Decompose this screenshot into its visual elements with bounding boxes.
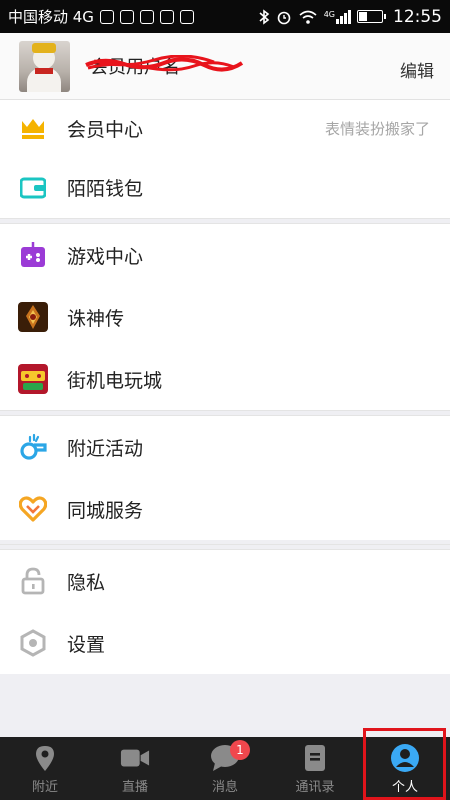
bluetooth-icon	[259, 8, 269, 25]
notification-sim-icon	[119, 9, 134, 24]
contacts-book-icon	[300, 744, 330, 772]
lock-icon	[18, 566, 48, 596]
zhushenzhuan-game-icon	[18, 302, 48, 332]
menu-item-label: 会员中心	[67, 119, 144, 141]
menu-group-games: 游戏中心 诛神传 街机电玩城	[0, 224, 450, 410]
menu-item-label: 隐私	[67, 571, 106, 594]
menu-item-hint: 表情装扮搬家了	[324, 120, 430, 138]
whistle-icon	[18, 432, 48, 462]
menu-item-game-center[interactable]: 游戏中心	[0, 224, 450, 286]
settings-hexagon-icon	[18, 628, 48, 658]
person-icon	[390, 744, 420, 772]
avatar[interactable]	[19, 40, 70, 92]
menu-group-local: 附近活动 同城服务	[0, 416, 450, 540]
menu-item-label: 游戏中心	[67, 245, 144, 268]
notification-pause-icon	[159, 9, 174, 24]
tab-messages[interactable]: 1 消息	[180, 737, 270, 800]
menu-group-system: 隐私 设置	[0, 550, 450, 674]
bottom-tab-bar: 附近 直播 1 消息 通讯录 个人	[0, 737, 450, 800]
menu-item-label: 街机电玩城	[67, 369, 163, 392]
menu-item-label: 设置	[67, 633, 106, 656]
network-type: 4G	[323, 9, 335, 19]
crown-icon	[18, 114, 48, 144]
menu-group-membership: 会员中心 表情装扮搬家了 陌陌钱包	[0, 100, 450, 218]
notification-android-icon	[179, 9, 194, 24]
menu-item-privacy[interactable]: 隐私	[0, 550, 450, 612]
carrier-label: 中国移动 4G	[8, 8, 94, 26]
notification-image-icon	[139, 9, 154, 24]
menu-item-label: 同城服务	[67, 499, 144, 522]
alarm-icon	[277, 11, 291, 24]
menu-item-zhushenzhuan[interactable]: 诛神传	[0, 286, 450, 348]
location-pin-icon	[30, 744, 60, 772]
tab-label: 个人	[391, 780, 418, 795]
unread-badge: 1	[230, 740, 250, 760]
tab-label: 附近	[31, 780, 58, 795]
menu-item-wallet[interactable]: 陌陌钱包	[0, 157, 450, 218]
tab-profile[interactable]: 个人	[360, 737, 450, 800]
menu-item-label: 陌陌钱包	[67, 178, 144, 200]
notification-icons	[99, 9, 194, 24]
battery-icon	[357, 10, 386, 23]
signal-icon: 4G	[323, 9, 351, 24]
tab-label: 消息	[211, 780, 238, 795]
wallet-icon	[18, 173, 48, 203]
edit-button[interactable]: 编辑	[400, 57, 434, 82]
video-camera-icon	[120, 744, 150, 772]
tab-label: 直播	[121, 780, 148, 795]
heart-icon	[18, 494, 48, 524]
arcade-game-icon	[18, 364, 48, 394]
menu-item-label: 诛神传	[67, 307, 125, 330]
tab-live[interactable]: 直播	[90, 737, 180, 800]
redaction-scribble	[85, 55, 244, 72]
tab-nearby[interactable]: 附近	[0, 737, 90, 800]
tab-label: 通讯录	[295, 780, 335, 795]
game-controller-icon	[18, 240, 48, 270]
menu-item-vip-center[interactable]: 会员中心 表情装扮搬家了	[0, 100, 450, 157]
status-bar: 中国移动 4G 4G 12:55	[0, 0, 450, 33]
username: 会员用户名	[85, 53, 244, 79]
wifi-icon	[299, 10, 317, 24]
menu-item-city-service[interactable]: 同城服务	[0, 478, 450, 540]
notification-app-icon	[99, 9, 114, 24]
profile-header[interactable]: 会员用户名 编辑	[0, 33, 450, 100]
tab-contacts[interactable]: 通讯录	[270, 737, 360, 800]
menu-item-label: 附近活动	[67, 437, 144, 460]
menu-item-settings[interactable]: 设置	[0, 612, 450, 674]
clock: 12:55	[393, 6, 442, 27]
menu-item-nearby-events[interactable]: 附近活动	[0, 416, 450, 478]
menu-item-arcade[interactable]: 街机电玩城	[0, 348, 450, 410]
